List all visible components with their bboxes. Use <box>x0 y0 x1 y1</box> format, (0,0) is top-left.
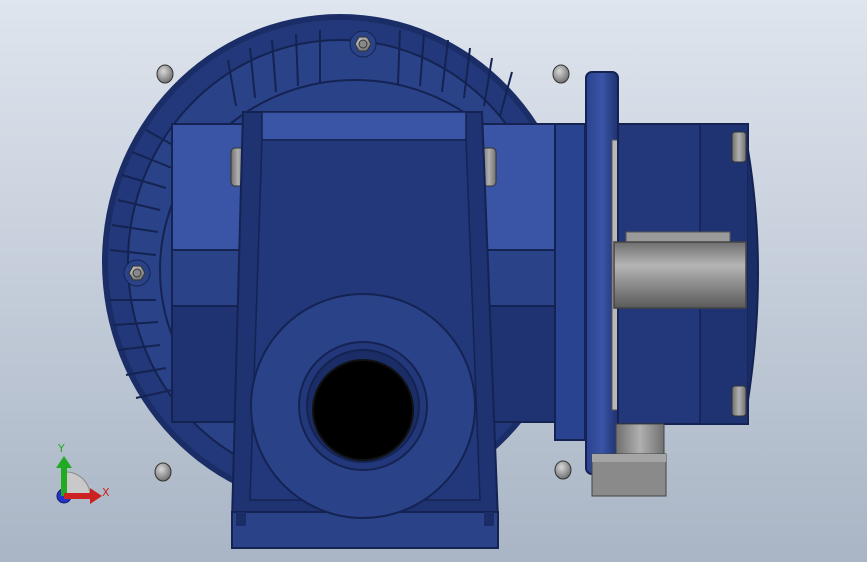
bolt-icon <box>349 30 377 58</box>
bolt-icon <box>123 259 151 287</box>
bolt-icon <box>156 64 174 84</box>
gear-reducer-model[interactable] <box>0 0 867 562</box>
input-shaft <box>613 231 747 309</box>
bolt-icon <box>552 64 570 84</box>
triad-x-label: X <box>102 486 110 499</box>
bolt-icon <box>154 462 172 482</box>
bolt-icon <box>554 460 572 480</box>
triad-y-label: Y <box>58 442 65 455</box>
cad-viewport[interactable]: X Y <box>0 0 867 562</box>
output-bore <box>250 293 476 519</box>
